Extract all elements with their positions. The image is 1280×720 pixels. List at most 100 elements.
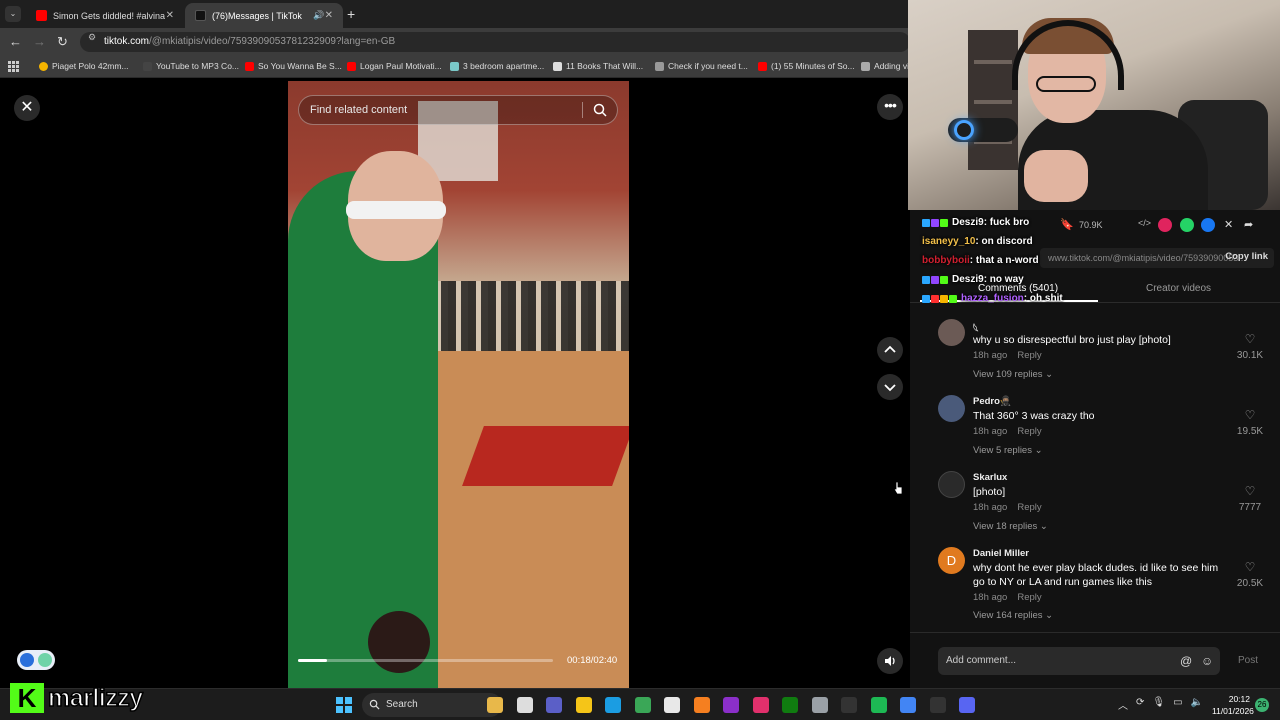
close-tab-icon[interactable]: ✕ — [325, 10, 333, 21]
taskbar-app-icon[interactable] — [752, 697, 769, 713]
chevron-up-icon[interactable]: ︿ — [1118, 697, 1128, 712]
taskbar-app-icon[interactable] — [634, 697, 651, 713]
comment-username[interactable]: Pedro🥷🏽 — [973, 396, 1012, 407]
video-progress-bar[interactable] — [298, 659, 553, 662]
taskbar-app-icon[interactable] — [516, 697, 533, 713]
apps-grid-icon[interactable] — [8, 61, 19, 72]
network-icon[interactable]: ▭ — [1173, 697, 1182, 712]
comment-username[interactable]: Daniel Miller — [973, 548, 1029, 559]
taskbar-app-icon[interactable] — [693, 697, 710, 713]
reply-button[interactable]: Reply — [1017, 350, 1041, 361]
bookmark-item[interactable]: 11 Books That Will... — [553, 61, 643, 71]
like-button[interactable]: ♡ 20.5K — [1230, 560, 1270, 589]
copy-link-button[interactable]: Copy link — [1225, 251, 1268, 262]
taskbar-search[interactable]: Search — [362, 693, 502, 717]
reply-button[interactable]: Reply — [1017, 502, 1041, 513]
avatar[interactable] — [938, 471, 965, 498]
taskbar-app-icon[interactable] — [664, 697, 680, 713]
taskbar-app-icon[interactable] — [929, 697, 946, 713]
site-settings-icon[interactable]: ⚙ — [88, 32, 96, 43]
like-count: 7777 — [1238, 502, 1262, 513]
notification-badge[interactable]: 26 — [1255, 698, 1269, 712]
bookmark-item[interactable]: So You Wanna Be S... — [245, 61, 342, 71]
chat-username: Deszi9 — [952, 217, 984, 228]
view-replies-button[interactable]: View 5 replies ⌄ — [973, 445, 1043, 456]
taskbar-app-icon[interactable] — [782, 697, 798, 713]
bookmark-item[interactable]: Check if you need t... — [655, 61, 748, 71]
heart-icon: ♡ — [1244, 484, 1256, 498]
comment-username[interactable]: Skarlux — [973, 472, 1007, 483]
close-tab-icon[interactable]: ✕ — [166, 10, 174, 21]
search-icon — [369, 699, 380, 710]
tab-search-button[interactable]: ⌄ — [5, 6, 21, 22]
bookmark-item[interactable]: YouTube to MP3 Co... — [143, 61, 239, 71]
forward-arrow-icon[interactable]: → — [33, 34, 46, 49]
mention-icon[interactable]: @ — [1180, 654, 1192, 668]
url-input[interactable]: tiktok.com/@mkiatipis/video/759390905378… — [80, 32, 910, 52]
reply-button[interactable]: Reply — [1017, 592, 1041, 603]
chat-text: : on discord — [975, 236, 1033, 247]
taskbar-app-icon[interactable] — [723, 697, 739, 713]
new-tab-button[interactable]: + — [347, 6, 355, 22]
reload-icon[interactable]: ↻ — [57, 34, 68, 50]
view-replies-button[interactable]: View 164 replies ⌄ — [973, 610, 1053, 621]
emoji-icon[interactable]: ☺ — [1201, 654, 1213, 668]
bookmark-item[interactable]: Piaget Polo 42mm... — [39, 61, 129, 71]
next-video-button[interactable] — [877, 374, 903, 400]
bookmark-item[interactable]: Logan Paul Motivati... — [347, 61, 442, 71]
volume-icon[interactable]: 🔈 — [1191, 697, 1203, 712]
taskbar-app-icon[interactable] — [841, 697, 857, 713]
bookmark-item[interactable]: (1) 55 Minutes of So... — [758, 61, 855, 71]
extension-widget[interactable] — [17, 650, 55, 670]
more-options-button[interactable]: ••• — [877, 94, 903, 120]
comment-compose-row: Add comment... @ ☺ Post — [910, 632, 1280, 688]
hand-cursor-icon — [893, 481, 903, 495]
windows-start-icon[interactable] — [336, 697, 352, 713]
avatar[interactable]: D — [938, 547, 965, 574]
avatar[interactable] — [938, 319, 965, 346]
taskbar-app-icon[interactable] — [900, 697, 916, 713]
tab-title: Simon Gets diddled! #alvinandt — [53, 10, 165, 21]
taskbar-app-icon[interactable] — [487, 697, 503, 713]
bookmark-item[interactable]: Adding vi — [861, 61, 909, 71]
tab-youtube[interactable]: Simon Gets diddled! #alvinandt ✕ — [26, 3, 184, 28]
widget-icon — [38, 653, 52, 667]
comment-item: Pedro🥷🏽 That 360° 3 was crazy tho 18h ag… — [935, 394, 1270, 470]
back-arrow-icon[interactable]: ← — [9, 34, 22, 49]
audio-playing-icon[interactable]: 🔊 — [313, 10, 324, 21]
facebook-icon[interactable] — [1201, 218, 1215, 232]
taskbar-app-icon[interactable] — [575, 697, 592, 713]
taskbar-app-icon[interactable] — [605, 697, 621, 713]
view-replies-button[interactable]: View 109 replies ⌄ — [973, 369, 1053, 380]
x-twitter-icon[interactable]: ✕ — [1224, 218, 1233, 231]
share-arrow-icon[interactable]: ➦ — [1244, 218, 1253, 231]
whatsapp-icon[interactable] — [1180, 218, 1194, 232]
taskbar-app-icon[interactable] — [870, 697, 887, 713]
avatar[interactable] — [938, 395, 965, 422]
chevron-up-icon — [884, 345, 896, 353]
volume-button[interactable] — [877, 648, 903, 674]
bookmark-item[interactable]: 3 bedroom apartme... — [450, 61, 544, 71]
like-button[interactable]: ♡ 19.5K — [1230, 408, 1270, 437]
tab-tiktok[interactable]: (76)Messages | TikTok 🔊 ✕ — [185, 3, 343, 28]
chat-text: : no way — [983, 274, 1024, 285]
view-replies-button[interactable]: View 18 replies ⌄ — [973, 521, 1048, 532]
taskbar-app-icon[interactable] — [959, 697, 975, 713]
taskbar-app-icon[interactable] — [546, 697, 562, 713]
taskbar-app-icon[interactable] — [811, 697, 828, 713]
related-search-input[interactable]: Find related content — [298, 95, 618, 125]
like-button[interactable]: ♡ 30.1K — [1230, 332, 1270, 361]
search-icon[interactable] — [592, 102, 608, 118]
close-video-button[interactable]: ✕ — [14, 95, 40, 121]
sync-icon[interactable]: ⟳ — [1136, 697, 1144, 712]
chat-message: bobbyboii : that a n-word — [922, 251, 1162, 270]
microphone-icon[interactable]: 🎙 — [1152, 697, 1165, 712]
clock[interactable]: 20:12 11/01/2026 — [1212, 693, 1254, 717]
video-player[interactable]: Find related content 00:18/02:40 — [288, 81, 629, 688]
kick-logo: K — [10, 683, 44, 713]
like-button[interactable]: ♡ 7777 — [1230, 484, 1270, 513]
post-button[interactable]: Post — [1238, 655, 1258, 666]
previous-video-button[interactable] — [877, 337, 903, 363]
reply-button[interactable]: Reply — [1017, 426, 1041, 437]
add-comment-input[interactable]: Add comment... — [938, 647, 1220, 675]
